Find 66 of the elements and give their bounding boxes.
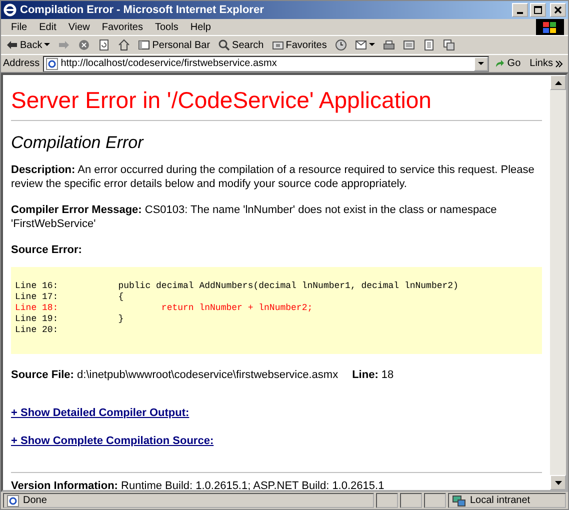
code-line: public decimal AddNumbers(decimal lnNumber1, decimal lnNumber2) xyxy=(117,281,458,292)
dropdown-button[interactable] xyxy=(474,56,488,70)
browser-logo-icon xyxy=(3,3,17,17)
caret-icon xyxy=(478,62,484,66)
down-arrow-icon xyxy=(554,480,562,484)
line-number: Line 18: xyxy=(15,303,60,314)
menu-item[interactable]: Favorites xyxy=(96,22,149,32)
close-icon xyxy=(554,6,562,14)
clock-icon xyxy=(334,39,347,51)
panel-icon xyxy=(138,39,150,51)
source-file-text: Source File: d:\inetpub\wwwroot\codeservice\firstwebservice.asmx xyxy=(11,368,338,382)
page-icon xyxy=(46,58,58,70)
line-text: Line: 18 xyxy=(352,368,394,382)
menu-item[interactable]: Help xyxy=(184,22,217,32)
menu-item[interactable]: File xyxy=(5,22,34,32)
error-title: Compilation Error xyxy=(11,133,145,153)
back-button[interactable]: Back xyxy=(3,37,54,53)
chevron-icon xyxy=(555,60,563,68)
line-number: Line 20: xyxy=(15,325,60,336)
code-line: } xyxy=(117,314,124,325)
code-line: { xyxy=(117,292,124,303)
close-button[interactable] xyxy=(550,3,566,17)
address-field[interactable]: http://localhost/codeservice/firstwebservice.asmx xyxy=(42,56,490,72)
zone-indicator: Local intranet xyxy=(448,493,566,508)
menu-item[interactable]: View xyxy=(62,22,96,32)
menu-item[interactable]: Edit xyxy=(33,22,62,32)
error-message-text: Compiler Error Message: CS0103: The name 'lnNumber' does not exist in the class or namespace 'FirstWebService' xyxy=(11,203,498,231)
menu-item[interactable]: Tools xyxy=(148,22,184,32)
source-error-label: Source Error: xyxy=(11,243,83,257)
page-heading: Server Error in '/CodeService' Application xyxy=(11,87,432,114)
caret-icon xyxy=(368,43,375,47)
line-number: Line 16: xyxy=(15,281,60,292)
minimize-button[interactable] xyxy=(512,3,528,17)
refresh-icon xyxy=(98,39,110,51)
network-icon xyxy=(452,494,466,506)
code-line: return lnNumber + lnNumber2; xyxy=(160,303,313,314)
printer-icon xyxy=(382,39,395,51)
page-icon xyxy=(422,39,435,51)
windows-logo-icon xyxy=(536,19,564,35)
go-button[interactable]: Go xyxy=(492,58,524,69)
caret-icon xyxy=(44,43,50,47)
scrollbar[interactable] xyxy=(550,75,566,490)
maximize-icon xyxy=(534,6,542,14)
stop-icon xyxy=(78,39,90,51)
up-arrow-icon xyxy=(554,80,562,84)
favorites-button[interactable]: Favorites xyxy=(268,37,330,53)
mail-icon xyxy=(354,39,367,51)
status-text: Done xyxy=(3,493,374,508)
search-button[interactable]: Search xyxy=(215,37,267,53)
line-number: Line 17: xyxy=(15,292,60,303)
description-text: Description: An error occurred during the compilation of a resource required to service this request. Please review the specific error details below and modify your source code appropriately. xyxy=(11,163,536,191)
personal-button[interactable]: Personal Bar xyxy=(135,37,214,53)
page-icon xyxy=(7,494,19,506)
window-title: Compilation Error - Microsoft Internet Explorer xyxy=(20,4,265,16)
links-button[interactable]: Links xyxy=(526,58,566,69)
maximize-button[interactable] xyxy=(530,3,546,17)
expand-link[interactable]: + Show Complete Compilation Source: xyxy=(11,435,214,447)
arrow-right-icon xyxy=(58,39,70,51)
arrow-icon xyxy=(495,58,506,68)
arrow-left-icon xyxy=(6,39,18,51)
document-icon xyxy=(402,39,415,51)
address-label: Address xyxy=(3,58,40,69)
search-icon xyxy=(218,39,230,51)
line-number: Line 19: xyxy=(15,314,60,325)
home-icon xyxy=(118,39,130,51)
expand-link[interactable]: + Show Detailed Compiler Output: xyxy=(11,407,190,419)
